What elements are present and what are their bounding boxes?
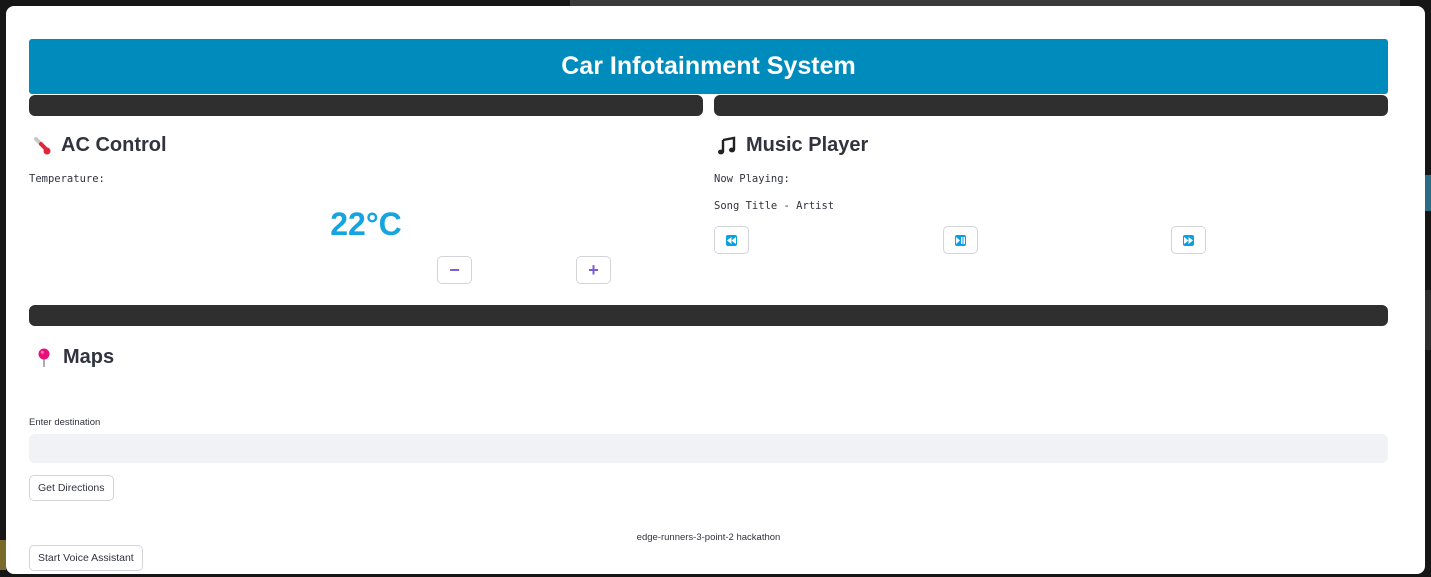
- ac-control-title: AC Control: [61, 134, 167, 156]
- music-player-title: Music Player: [746, 134, 869, 156]
- screen-background: Car Infotainment System AC Control Tempe…: [0, 0, 1431, 577]
- temperature-label: Temperature:: [29, 173, 105, 185]
- music-player-heading: Music Player: [716, 134, 868, 157]
- destination-label: Enter destination: [29, 417, 101, 428]
- minus-icon: −: [449, 260, 460, 280]
- background-window-edge: [1425, 290, 1431, 350]
- next-track-icon: [1183, 234, 1194, 246]
- play-pause-button[interactable]: [943, 226, 978, 254]
- maps-heading: Maps: [33, 346, 114, 369]
- previous-track-button[interactable]: [714, 226, 749, 254]
- section-divider: [714, 95, 1388, 116]
- thermometer-icon: [31, 135, 53, 157]
- footer-text: edge-runners-3-point-2 hackathon: [636, 532, 781, 543]
- destination-input[interactable]: [29, 434, 1388, 463]
- app-title-banner: Car Infotainment System: [29, 39, 1388, 94]
- temperature-value: 22°C: [330, 206, 402, 242]
- app-window: Car Infotainment System AC Control Tempe…: [6, 6, 1425, 574]
- ac-control-heading: AC Control: [31, 134, 167, 157]
- music-note-icon: [716, 135, 738, 157]
- section-divider: [29, 95, 703, 116]
- previous-track-icon: [726, 234, 737, 246]
- play-pause-icon: [955, 234, 966, 246]
- map-pin-icon: [33, 347, 55, 369]
- start-voice-assistant-button[interactable]: Start Voice Assistant: [29, 545, 143, 571]
- track-title: Song Title - Artist: [714, 200, 835, 212]
- plus-icon: +: [588, 260, 599, 280]
- decrease-temperature-button[interactable]: −: [437, 256, 472, 284]
- maps-title: Maps: [63, 346, 115, 368]
- next-track-button[interactable]: [1171, 226, 1206, 254]
- get-directions-button[interactable]: Get Directions: [29, 475, 114, 501]
- section-divider: [29, 305, 1388, 326]
- background-window-edge: [1425, 175, 1431, 211]
- increase-temperature-button[interactable]: +: [576, 256, 611, 284]
- now-playing-label: Now Playing:: [714, 173, 790, 185]
